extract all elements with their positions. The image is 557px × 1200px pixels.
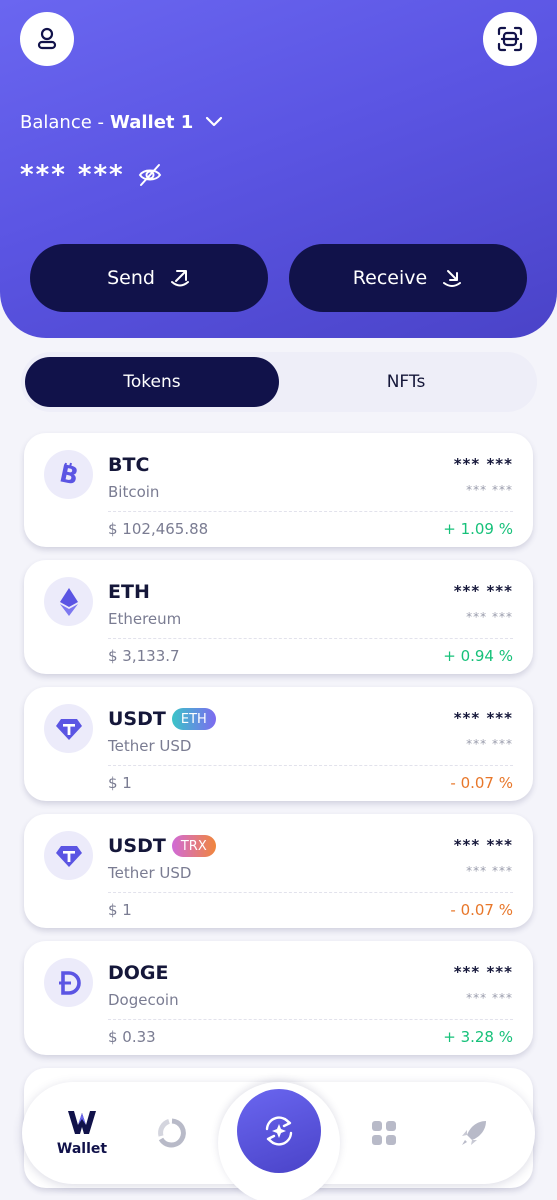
tab-tokens[interactable]: Tokens xyxy=(25,357,279,407)
network-chip-trx: TRX xyxy=(171,835,216,857)
token-card-eth[interactable]: ETH Ethereum *** *** *** *** $ 3,133.7 +… xyxy=(24,560,533,674)
divider xyxy=(108,1019,513,1020)
wallet-selector[interactable]: Balance - Wallet 1 xyxy=(20,108,223,136)
apps-icon xyxy=(372,1121,396,1145)
price-change: + 3.28 % xyxy=(443,1028,513,1046)
tab-nfts[interactable]: NFTs xyxy=(279,357,533,407)
masked-holding-fiat: *** *** xyxy=(466,610,513,624)
wallet-icon xyxy=(68,1111,96,1134)
token-symbol: USDT TRX xyxy=(108,835,216,857)
profile-button[interactable] xyxy=(20,12,74,66)
token-symbol: USDT ETH xyxy=(108,708,216,730)
token-card-btc[interactable]: B BTC Bitcoin *** *** *** *** $ 102,465.… xyxy=(24,433,533,547)
eye-off-icon[interactable] xyxy=(137,162,163,188)
asset-tabs: Tokens NFTs xyxy=(21,352,537,412)
user-icon xyxy=(37,27,57,50)
token-price: $ 1 xyxy=(108,774,132,792)
divider xyxy=(108,511,513,512)
receive-arrow-icon xyxy=(443,270,462,287)
price-change: + 0.94 % xyxy=(443,647,513,665)
masked-holding: *** *** xyxy=(453,455,513,473)
token-symbol: BTC xyxy=(108,454,150,476)
token-card-usdt-trx[interactable]: USDT TRX Tether USD *** *** *** *** $ 1 … xyxy=(24,814,533,928)
masked-holding: *** *** xyxy=(453,963,513,981)
scan-button[interactable] xyxy=(483,12,537,66)
nav-wallet-label: Wallet xyxy=(56,1141,108,1157)
token-name: Ethereum xyxy=(108,610,182,628)
ethereum-icon xyxy=(44,577,93,626)
token-price: $ 1 xyxy=(108,901,132,919)
token-card-usdt-eth[interactable]: USDT ETH Tether USD *** *** *** *** $ 1 … xyxy=(24,687,533,801)
token-name: Tether USD xyxy=(108,737,192,755)
balance-value: *** *** xyxy=(20,160,163,190)
rocket-icon xyxy=(462,1121,486,1145)
token-price: $ 102,465.88 xyxy=(108,520,209,538)
token-name: Tether USD xyxy=(108,864,192,882)
masked-holding-fiat: *** *** xyxy=(466,864,513,878)
price-change: + 1.09 % xyxy=(443,520,513,538)
tether-icon xyxy=(44,831,93,880)
balance-label: Balance - xyxy=(20,111,105,133)
masked-holding: *** *** xyxy=(453,836,513,854)
send-arrow-icon xyxy=(170,270,189,287)
network-chip-eth: ETH xyxy=(171,708,216,730)
nav-apps[interactable] xyxy=(344,1082,424,1184)
bitcoin-icon: B xyxy=(44,450,93,499)
token-price: $ 3,133.7 xyxy=(108,647,180,665)
portfolio-icon xyxy=(158,1118,186,1148)
swap-icon xyxy=(265,1116,293,1146)
token-name: Bitcoin xyxy=(108,483,160,501)
tether-icon xyxy=(44,704,93,753)
wallet-name: Wallet 1 xyxy=(110,111,194,133)
nav-wallet[interactable]: Wallet xyxy=(42,1082,122,1184)
receive-button[interactable]: Receive xyxy=(289,244,527,312)
masked-holding-fiat: *** *** xyxy=(466,991,513,1005)
token-card-doge[interactable]: DOGE Dogecoin *** *** *** *** $ 0.33 + 3… xyxy=(24,941,533,1055)
token-symbol: DOGE xyxy=(108,962,169,984)
scan-icon xyxy=(497,26,523,52)
token-name: Dogecoin xyxy=(108,991,179,1009)
masked-holding-fiat: *** *** xyxy=(466,483,513,497)
chevron-down-icon xyxy=(205,116,223,128)
masked-holding: *** *** xyxy=(453,709,513,727)
send-label: Send xyxy=(107,267,155,289)
send-button[interactable]: Send xyxy=(30,244,268,312)
nav-launch[interactable] xyxy=(434,1082,514,1184)
masked-holding: *** *** xyxy=(453,582,513,600)
masked-holding-fiat: *** *** xyxy=(466,737,513,751)
divider xyxy=(108,892,513,893)
divider xyxy=(108,638,513,639)
svg-text:B: B xyxy=(57,461,81,489)
swap-button[interactable] xyxy=(237,1089,321,1173)
token-symbol: ETH xyxy=(108,581,150,603)
dogecoin-icon xyxy=(44,958,93,1007)
divider xyxy=(108,765,513,766)
masked-balance-text: *** *** xyxy=(20,160,125,190)
receive-label: Receive xyxy=(352,267,428,289)
token-price: $ 0.33 xyxy=(108,1028,156,1046)
price-change: - 0.07 % xyxy=(450,774,513,792)
nav-portfolio[interactable] xyxy=(132,1082,212,1184)
price-change: - 0.07 % xyxy=(450,901,513,919)
